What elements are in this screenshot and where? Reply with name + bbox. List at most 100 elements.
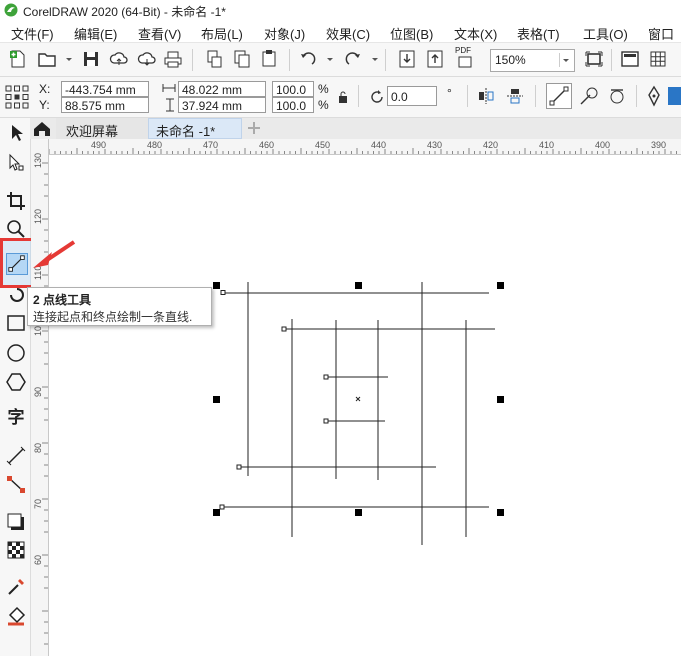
interactive-fill-tool[interactable] (5, 605, 27, 627)
drop-shadow-tool[interactable] (5, 511, 27, 533)
tool-tooltip: 2 点线工具 连接起点和终点绘制一条直线. (27, 287, 212, 326)
x-label: X: (39, 82, 51, 96)
import-button[interactable] (396, 48, 418, 70)
height-field[interactable]: 37.924 mm (178, 97, 266, 113)
cut-icon (207, 50, 222, 68)
y-position-field[interactable]: 88.575 mm (61, 97, 149, 113)
parallel-dimension-tool[interactable] (5, 445, 27, 467)
show-grid-button[interactable] (647, 48, 669, 70)
menu-layout[interactable]: 布局(L) (201, 24, 243, 43)
reference-point-icon[interactable] (5, 85, 29, 109)
menu-file[interactable]: 文件(F) (11, 24, 54, 43)
color-eyedropper-tool[interactable] (5, 576, 27, 598)
ruler-label: 120 (33, 208, 43, 224)
rectangle-tool[interactable] (5, 312, 27, 334)
menu-object[interactable]: 对象(J) (264, 24, 305, 43)
publish-pdf-button[interactable]: PDF (454, 46, 476, 70)
mirror-vertical-button[interactable] (505, 86, 525, 106)
zoom-value: 150% (495, 53, 526, 67)
title-bar: CorelDRAW 2020 (64-Bit) - 未命名 -1* (0, 0, 681, 21)
drawing-canvas[interactable] (49, 155, 681, 656)
connector-tool[interactable] (5, 473, 27, 495)
crop-tool[interactable] (5, 190, 27, 212)
undo-button[interactable] (297, 48, 319, 70)
dimension-line-icon (6, 446, 26, 466)
new-document-button[interactable] (7, 48, 29, 70)
chevron-down-icon (559, 53, 572, 67)
menu-edit[interactable]: 编辑(E) (74, 24, 117, 43)
ruler-label: 60 (33, 554, 43, 565)
window-title: CorelDRAW 2020 (64-Bit) - 未命名 -1* (23, 5, 226, 19)
home-icon (34, 122, 50, 136)
chevron-down-icon (327, 58, 333, 61)
home-tab[interactable] (30, 118, 54, 139)
horizontal-ruler[interactable]: 490 480 470 460 450 440 430 420 410 400 … (48, 139, 681, 155)
scale-x-field[interactable]: 100.0 (272, 81, 314, 97)
menu-text[interactable]: 文本(X) (454, 24, 497, 43)
show-rulers-button[interactable] (619, 48, 641, 70)
ruler-label: 480 (147, 140, 163, 150)
open-dropdown[interactable] (58, 48, 72, 70)
outline-pen-icon[interactable] (645, 85, 663, 107)
zoom-level-select[interactable]: 150% (490, 49, 575, 72)
width-field[interactable]: 48.022 mm (178, 81, 266, 97)
menu-view[interactable]: 查看(V) (138, 24, 181, 43)
rotation-field[interactable]: 0.0 (387, 86, 437, 106)
menu-bitmaps[interactable]: 位图(B) (390, 24, 433, 43)
cloud-share-button[interactable] (136, 48, 158, 70)
new-tab-button[interactable] (246, 120, 262, 136)
drawn-lines (221, 282, 495, 545)
ruler-label: 430 (427, 140, 443, 150)
shape-tool[interactable] (5, 152, 27, 174)
lock-ratio-icon[interactable] (337, 90, 349, 104)
spiral-curve-icon (10, 288, 24, 302)
toolbar-separator (192, 49, 193, 71)
polygon-tool[interactable] (5, 371, 27, 393)
connector-icon (7, 476, 25, 493)
ruler-label: 90 (33, 386, 43, 397)
tab-document[interactable]: 未命名 -1* (148, 118, 242, 139)
new-document-icon (10, 50, 25, 68)
redo-dropdown[interactable] (364, 48, 378, 70)
tooltip-description: 连接起点和终点绘制一条直线. (33, 310, 193, 324)
tangent-line-button[interactable] (606, 85, 628, 107)
paste-button[interactable] (259, 48, 281, 70)
scale-y-field[interactable]: 100.0 (272, 97, 314, 113)
vertical-ruler[interactable]: 130 120 110 100 90 80 70 60 (31, 139, 49, 656)
smart-drawing-tool[interactable] (5, 285, 27, 307)
drawing-area[interactable] (49, 155, 681, 656)
menu-effects[interactable]: 效果(C) (326, 24, 370, 43)
ellipse-tool[interactable] (5, 342, 27, 364)
undo-dropdown[interactable] (319, 48, 333, 70)
menu-window[interactable]: 窗口 (648, 24, 674, 43)
menu-tools[interactable]: 工具(O) (583, 24, 628, 43)
copy-button[interactable] (231, 48, 253, 70)
degree-label: ° (447, 86, 452, 100)
transparency-tool[interactable] (5, 539, 27, 561)
menu-table[interactable]: 表格(T) (517, 24, 560, 43)
x-position-field[interactable]: -443.754 mm (61, 81, 149, 97)
mirror-horizontal-button[interactable] (476, 86, 496, 106)
outline-color-swatch[interactable] (668, 87, 681, 105)
tooltip-title: 2 点线工具 (33, 293, 92, 307)
print-button[interactable] (162, 48, 184, 70)
plus-icon (248, 122, 260, 134)
save-button[interactable] (80, 48, 102, 70)
width-icon (162, 82, 176, 94)
full-screen-preview-button[interactable] (583, 48, 605, 70)
pick-tool[interactable] (5, 122, 27, 144)
cut-button[interactable] (203, 48, 225, 70)
line-start-nodes[interactable] (219, 290, 329, 510)
perpendicular-line-button[interactable] (578, 85, 600, 107)
cloud-upload-button[interactable] (108, 48, 130, 70)
line-mode-button[interactable] (546, 83, 572, 109)
text-tool[interactable]: 字 (5, 407, 27, 429)
undo-icon (301, 52, 316, 65)
toolbar-separator (636, 85, 637, 107)
open-button[interactable] (36, 48, 58, 70)
two-point-line-tool[interactable] (6, 253, 28, 275)
zoom-tool[interactable] (5, 218, 27, 240)
export-button[interactable] (424, 48, 446, 70)
redo-button[interactable] (342, 48, 364, 70)
paste-icon (262, 50, 276, 67)
